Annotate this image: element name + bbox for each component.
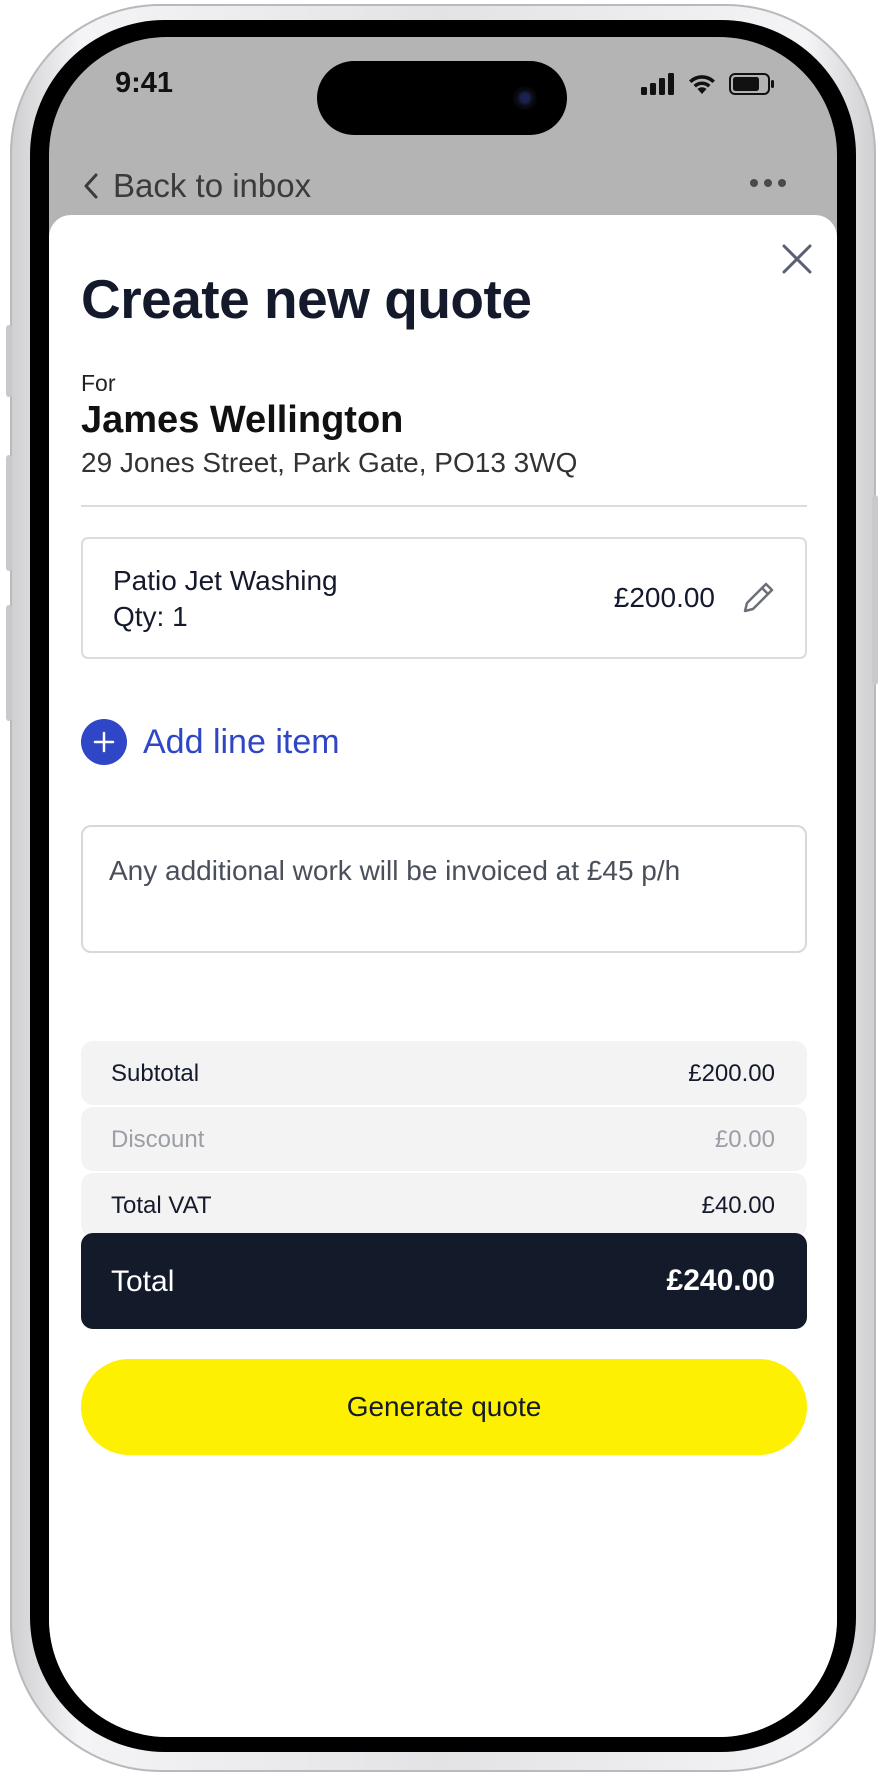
customer-name: James Wellington [81, 399, 404, 441]
subtotal-value: £200.00 [688, 1060, 775, 1087]
status-icons [641, 73, 775, 95]
back-to-inbox-link[interactable]: Back to inbox [83, 167, 311, 205]
volume-up-button [6, 455, 12, 571]
line-item-card: Patio Jet Washing Qty: 1 £200.00 [81, 537, 807, 659]
status-time: 9:41 [115, 67, 174, 99]
edit-line-item-button[interactable] [741, 579, 777, 620]
customer-address: 29 Jones Street, Park Gate, PO13 3WQ [81, 447, 578, 478]
add-line-item-button[interactable]: Add line item [81, 719, 340, 765]
subtotal-row: Subtotal £200.00 [81, 1041, 807, 1105]
generate-quote-button[interactable]: Generate quote [81, 1359, 807, 1455]
more-options-button[interactable] [749, 175, 787, 193]
close-icon [782, 244, 812, 274]
signal-icon [641, 73, 674, 95]
subtotal-label: Subtotal [111, 1060, 200, 1087]
action-button [6, 325, 12, 397]
power-button [872, 495, 878, 685]
create-quote-sheet: Create new quote For James Wellington 29… [49, 215, 837, 1737]
discount-label: Discount [111, 1126, 205, 1153]
vat-label: Total VAT [111, 1192, 212, 1219]
notes-text: Any additional work will be invoiced at … [109, 855, 681, 886]
battery-icon [729, 73, 774, 95]
volume-down-button [6, 605, 12, 721]
divider [81, 505, 807, 507]
discount-row[interactable]: Discount £0.00 [81, 1107, 807, 1171]
total-value: £240.00 [666, 1264, 775, 1297]
line-item-qty: Qty: 1 [113, 601, 188, 632]
total-label: Total [111, 1265, 175, 1298]
add-line-item-label: Add line item [143, 722, 340, 761]
close-button[interactable] [781, 243, 813, 280]
discount-value: £0.00 [714, 1126, 775, 1153]
screen: 9:41 Back to inbox Create new quote For … [49, 37, 837, 1737]
chevron-left-icon [84, 173, 98, 199]
for-label: For [81, 370, 116, 396]
pencil-icon [743, 582, 774, 613]
page-title: Create new quote [81, 268, 532, 330]
notes-field[interactable]: Any additional work will be invoiced at … [81, 825, 807, 953]
line-item-price: £200.00 [613, 582, 715, 613]
line-item-name: Patio Jet Washing [113, 565, 338, 596]
vat-row: Total VAT £40.00 [81, 1173, 807, 1237]
dynamic-island [317, 61, 567, 135]
more-horizontal-icon [750, 179, 786, 187]
plus-icon [81, 719, 127, 765]
back-label: Back to inbox [113, 167, 312, 204]
vat-value: £40.00 [701, 1192, 775, 1219]
total-row: Total £240.00 [81, 1233, 807, 1329]
camera-icon [513, 86, 537, 110]
wifi-icon [689, 75, 715, 94]
